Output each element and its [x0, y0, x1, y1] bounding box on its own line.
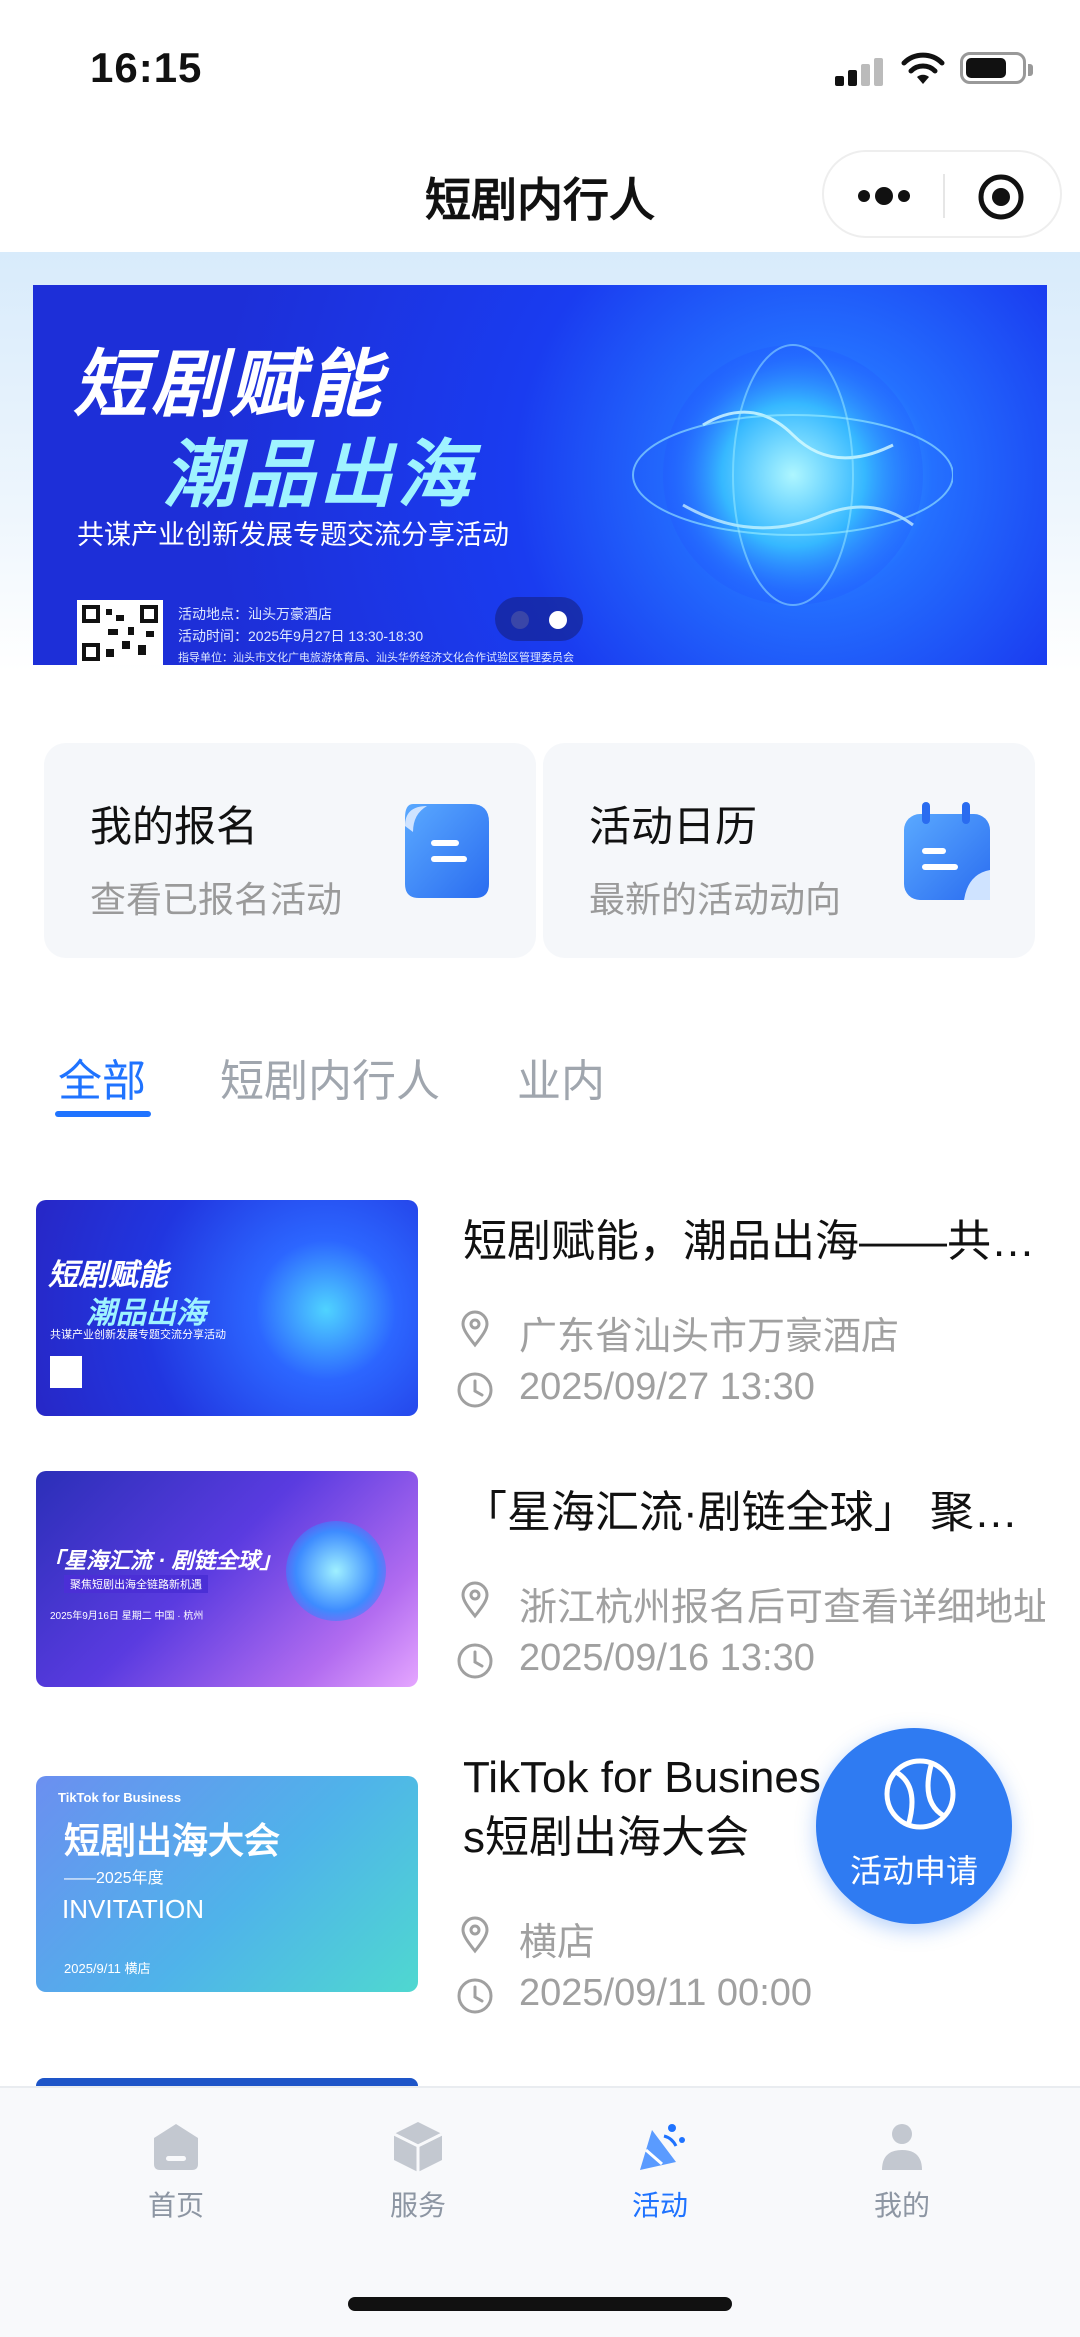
event-thumbnail-partial	[36, 2078, 418, 2086]
user-icon	[882, 2124, 922, 2170]
card-subtitle: 查看已报名活动	[90, 879, 343, 920]
tabbar-label: 服务	[389, 2190, 446, 2221]
tabbar-item-activity[interactable]: 活动	[580, 2118, 740, 2238]
card-title: 活动日历	[589, 803, 758, 850]
apply-activity-button[interactable]: 活动申请	[816, 1728, 1012, 1924]
location-pin-icon	[461, 1916, 489, 1954]
miniprogram-capsule	[822, 150, 1062, 238]
event-thumbnail: 「星海汇流 · 剧链全球」 聚焦短剧出海全链路新机遇 2025年9月16日 星期…	[36, 1471, 418, 1687]
event-location: 横店	[455, 1911, 1045, 1961]
datetime-text: 2025/09/27 13:30	[519, 1366, 815, 1408]
tab-active-indicator	[55, 1111, 151, 1117]
carousel-dot[interactable]	[511, 611, 529, 629]
thumb-invitation: INVITATION	[62, 1894, 205, 1924]
status-time: 16:15	[90, 44, 203, 91]
carousel-indicator	[495, 597, 583, 641]
play-graphic	[286, 1521, 386, 1621]
qr-code	[77, 600, 163, 665]
tabbar-item-profile[interactable]: 我的	[822, 2118, 982, 2238]
my-registration-card[interactable]: 我的报名 查看已报名活动	[44, 743, 536, 958]
tabbar-item-service[interactable]: 服务	[338, 2118, 498, 2238]
thumb-year: ——2025年度	[64, 1870, 164, 1887]
carousel-dot-active[interactable]	[549, 611, 567, 629]
banner-subtitle: 共谋产业创新发展专题交流分享活动	[77, 520, 509, 550]
nav-bar: 短剧内行人	[0, 136, 1080, 252]
tab-industry[interactable]: 业内	[517, 1045, 605, 1109]
event-time: 2025/09/27 13:30	[455, 1366, 1045, 1416]
location-text: 横店	[519, 1922, 596, 1961]
thumb-date: 2025/9/11 横店	[64, 1961, 151, 1976]
banner-info-line: 指导单位：汕头市文化广电旅游体育局、汕头华侨经济文化合作试验区管理委员会	[178, 652, 574, 664]
datetime-text: 2025/09/16 13:30	[519, 1637, 815, 1679]
registration-doc-icon	[405, 804, 489, 898]
tab-insiders[interactable]: 短剧内行人	[220, 1045, 440, 1109]
card-title: 我的报名	[90, 803, 259, 850]
more-icon[interactable]	[854, 182, 914, 210]
qr-code	[50, 1356, 82, 1388]
tabbar-label: 活动	[631, 2190, 688, 2221]
box-icon	[393, 2122, 443, 2172]
status-bar: 16:15	[0, 0, 1080, 136]
tabbar-label: 我的	[873, 2190, 930, 2221]
battery-icon	[960, 52, 1033, 84]
thumb-brand: TikTok for Business	[58, 1790, 182, 1805]
tabbar-item-home[interactable]: 首页	[96, 2118, 256, 2238]
event-location: 广东省汕头市万豪酒店	[455, 1305, 1045, 1355]
event-title: TikTok for Business短剧出海大会	[463, 1753, 821, 1862]
thumb-date: 2025年9月16日 星期二 中国 · 杭州	[50, 1611, 204, 1622]
category-tabs: 全部 短剧内行人 业内	[0, 1035, 1080, 1135]
card-subtitle: 最新的活动动向	[589, 879, 842, 920]
signal-icon	[835, 56, 885, 86]
tabbar-label: 首页	[147, 2190, 204, 2221]
location-pin-icon	[461, 1310, 489, 1348]
apply-activity-label: 活动申请	[849, 1853, 978, 1889]
thumb-title: 「星海汇流 · 剧链全球」	[42, 1548, 282, 1573]
thumb-subtitle: 共谋产业创新发展专题交流分享活动	[50, 1329, 226, 1341]
close-miniprogram-icon[interactable]	[976, 172, 1026, 222]
tennis-ball-icon	[884, 1758, 956, 1830]
clock-icon	[457, 1978, 493, 2014]
calendar-icon	[904, 802, 990, 900]
thumb-title: 短剧出海大会	[64, 1820, 281, 1861]
location-text: 广东省汕头市万豪酒店	[519, 1316, 900, 1355]
event-title: 短剧赋能，潮品出海——共谋产业创新发展专题交流分享活动	[463, 1217, 1043, 1266]
globe-graphic	[632, 344, 953, 606]
location-pin-icon	[461, 1581, 489, 1619]
event-thumbnail: TikTok for Business 短剧出海大会 ——2025年度 INVI…	[36, 1776, 418, 1992]
event-location: 浙江杭州报名后可查看详细地址	[455, 1576, 1045, 1626]
thumb-subtitle: 聚焦短剧出海全链路新机遇	[64, 1575, 208, 1593]
home-icon	[154, 2124, 198, 2170]
party-icon	[640, 2124, 685, 2170]
tab-all[interactable]: 全部	[58, 1045, 146, 1109]
event-thumbnail: 短剧赋能 潮品出海 共谋产业创新发展专题交流分享活动	[36, 1200, 418, 1416]
home-indicator[interactable]	[348, 2297, 732, 2311]
event-time: 2025/09/11 00:00	[455, 1972, 1045, 2022]
event-time: 2025/09/16 13:30	[455, 1637, 1045, 1687]
wifi-icon	[901, 52, 945, 84]
banner-carousel[interactable]: 短剧赋能 潮品出海 共谋产业创新发展专题交流分享活动 活动地点：汕头万豪酒店 活…	[33, 285, 1047, 665]
clock-icon	[457, 1372, 493, 1408]
datetime-text: 2025/09/11 00:00	[519, 1972, 813, 2014]
event-title: 「星海汇流·剧链全球」 聚焦短剧出海全链路新机遇	[463, 1488, 1043, 1537]
location-text: 浙江杭州报名后可查看详细地址	[519, 1587, 1045, 1626]
activity-calendar-card[interactable]: 活动日历 最新的活动动向	[543, 743, 1035, 958]
banner-title-line2: 潮品出海	[163, 433, 475, 516]
clock-icon	[457, 1643, 493, 1679]
